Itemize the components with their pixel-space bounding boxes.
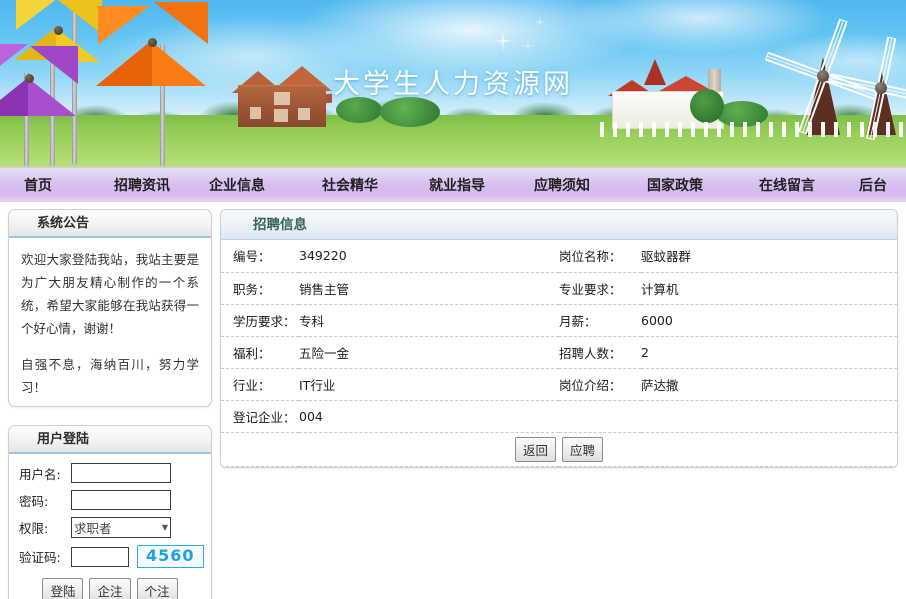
fence-decoration — [600, 122, 906, 137]
field-value: IT行业 — [299, 377, 336, 393]
username-label: 用户名: — [19, 466, 61, 482]
nav-online-message[interactable]: 在线留言 — [755, 175, 819, 195]
table-row: 职务： 销售主管 专业要求： 计算机 — [221, 272, 897, 304]
role-select-value: 求职者 — [74, 521, 112, 536]
action-buttons: 返回 应聘 — [221, 436, 897, 462]
nav-national-policy[interactable]: 国家政策 — [643, 175, 707, 195]
announcement-paragraph: 自强不息，海纳百川，努力学习！ — [21, 356, 199, 395]
sparkle-icon — [534, 16, 546, 28]
role-select[interactable]: 求职者 ▼ — [71, 517, 171, 538]
field-label: 专业要求： — [559, 281, 622, 297]
login-header: 用户登陆 — [9, 426, 211, 454]
field-value: 萨达撒 — [641, 377, 679, 393]
main-column: 招聘信息 编号： 349220 岗位名称： 驱蚊器群职务： 销售主管 专业要求： 计算机学历… — [212, 209, 906, 468]
page-content: 系统公告 欢迎大家登陆我站，我站主要是为广大朋友精心制作的一个系统，希望大家能够… — [0, 202, 906, 599]
login-submit-button[interactable]: 登陆 — [42, 578, 84, 599]
nav-home[interactable]: 首页 — [20, 175, 56, 195]
sparkle-icon — [520, 38, 536, 54]
back-button[interactable]: 返回 — [514, 436, 556, 462]
action-row: 返回 应聘 — [221, 432, 897, 466]
field-label: 岗位介绍： — [559, 377, 622, 393]
field-label: 编号： — [233, 249, 271, 265]
table-row: 福利： 五险一金 招聘人数： 2 — [221, 336, 897, 368]
page-root: 大学生人力资源网 首页 招聘资讯 企业信息 社会精华 就业指导 应聘须知 国家政策 在线留言 后… — [0, 0, 906, 599]
password-label: 密码: — [19, 493, 49, 509]
table-row: 登记企业： 004 — [221, 400, 897, 432]
apply-button[interactable]: 应聘 — [562, 436, 604, 462]
recruitment-info-header: 招聘信息 — [221, 210, 897, 240]
captcha-label: 验证码: — [19, 550, 61, 565]
announcement-body: 欢迎大家登陆我站，我站主要是为广大朋友精心制作的一个系统，希望大家能够在我站获得… — [9, 238, 211, 406]
personal-register-button[interactable]: 个注 — [136, 578, 178, 599]
login-button-row: 登陆 企注 个注 — [19, 578, 201, 599]
field-value: 驱蚊器群 — [641, 249, 692, 265]
field-label: 登记企业： — [233, 409, 296, 425]
field-label — [559, 400, 641, 432]
site-banner: 大学生人力资源网 — [0, 0, 906, 167]
announcement-panel: 系统公告 欢迎大家登陆我站，我站主要是为广大朋友精心制作的一个系统，希望大家能够… — [8, 209, 212, 407]
table-row: 学历要求： 专科 月薪： 6000 — [221, 304, 897, 336]
field-value: 2 — [641, 344, 649, 360]
site-title: 大学生人力资源网 — [333, 69, 573, 100]
table-row: 编号： 349220 岗位名称： 驱蚊器群 — [221, 240, 897, 272]
chevron-down-icon: ▼ — [161, 523, 168, 532]
recruitment-info-panel: 招聘信息 编号： 349220 岗位名称： 驱蚊器群职务： 销售主管 专业要求： 计算机学历… — [220, 209, 898, 468]
recruitment-info-table: 编号： 349220 岗位名称： 驱蚊器群职务： 销售主管 专业要求： 计算机学历要求： 专科… — [221, 240, 897, 467]
nav-recruitment-news[interactable]: 招聘资讯 — [110, 175, 174, 195]
field-label: 学历要求： — [233, 313, 296, 329]
sidebar: 系统公告 欢迎大家登陆我站，我站主要是为广大朋友精心制作的一个系统，希望大家能够… — [0, 209, 212, 599]
captcha-input[interactable] — [71, 546, 129, 567]
nav-application-notice[interactable]: 应聘须知 — [530, 175, 594, 195]
captcha-image[interactable]: 4560 — [137, 545, 204, 568]
field-value: 五险一金 — [299, 345, 350, 361]
role-label: 权限: — [19, 521, 49, 536]
nav-admin[interactable]: 后台 — [855, 175, 891, 195]
field-value: 349220 — [299, 248, 347, 264]
field-label: 招聘人数： — [559, 345, 622, 361]
role-row: 权限: 求职者 ▼ — [19, 517, 201, 538]
field-label: 福利： — [233, 345, 271, 361]
field-value: 专科 — [299, 313, 325, 329]
field-value: 004 — [299, 408, 323, 424]
table-row: 行业： IT行业 岗位介绍： 萨达撒 — [221, 368, 897, 400]
field-value: 销售主管 — [299, 281, 350, 297]
username-row: 用户名: — [19, 463, 201, 483]
field-value: 6000 — [641, 312, 673, 328]
field-label: 岗位名称： — [559, 249, 622, 265]
username-input[interactable] — [71, 463, 171, 483]
captcha-row: 验证码: 4560 — [19, 545, 204, 568]
field-label: 行业： — [233, 377, 271, 393]
main-navigation: 首页 招聘资讯 企业信息 社会精华 就业指导 应聘须知 国家政策 在线留言 后台 — [0, 167, 906, 202]
login-form: 用户名: 密码: 权限: 求职者 ▼ 验证码: 4560 登陆 企注 个注 — [9, 454, 211, 599]
bush-decoration — [380, 97, 440, 127]
password-input[interactable] — [71, 490, 171, 510]
nav-employment-guide[interactable]: 就业指导 — [425, 175, 489, 195]
nav-society-essence[interactable]: 社会精华 — [318, 175, 382, 195]
field-value: 计算机 — [641, 281, 679, 297]
announcement-paragraph: 欢迎大家登陆我站，我站主要是为广大朋友精心制作的一个系统，希望大家能够在我站获得… — [21, 252, 199, 337]
announcement-header: 系统公告 — [9, 210, 211, 238]
field-label: 月薪： — [559, 313, 597, 329]
login-panel: 用户登陆 用户名: 密码: 权限: 求职者 ▼ 验证码: 4560 登陆 企注 … — [8, 425, 212, 599]
nav-company-info[interactable]: 企业信息 — [205, 175, 269, 195]
password-row: 密码: — [19, 490, 201, 510]
action-cell: 返回 应聘 — [221, 432, 897, 466]
sparkle-icon — [486, 24, 520, 58]
company-register-button[interactable]: 企注 — [89, 578, 131, 599]
field-label: 职务： — [233, 281, 271, 297]
field-value — [641, 400, 897, 432]
